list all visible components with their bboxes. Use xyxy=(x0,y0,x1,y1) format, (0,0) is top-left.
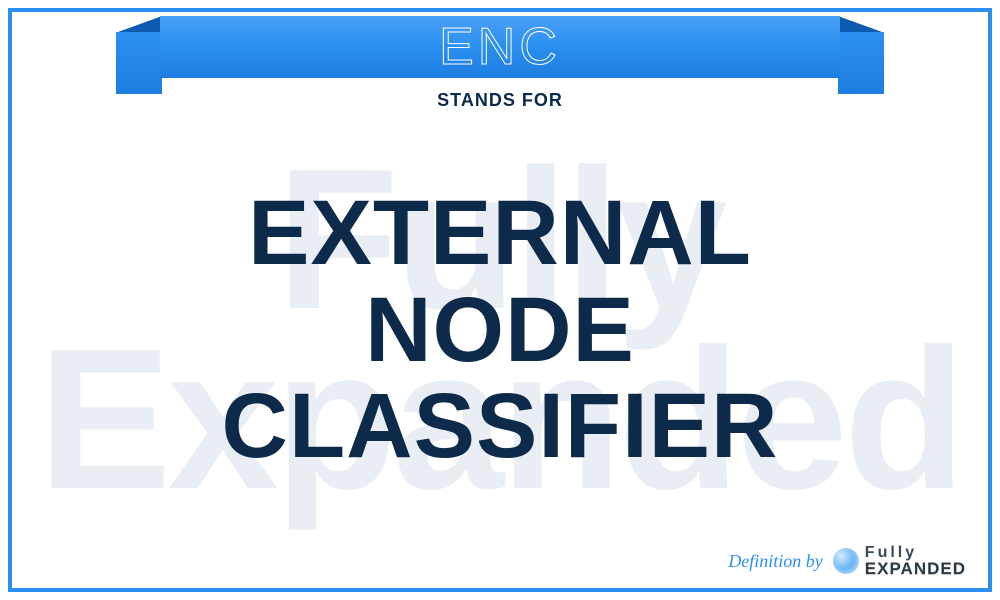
brand-logo: Fully EXPANDED xyxy=(833,546,966,576)
stands-for-label: STANDS FOR xyxy=(12,90,988,111)
definition-line1: EXTERNAL xyxy=(248,182,752,284)
ribbon-tail-right xyxy=(838,32,884,94)
ribbon-tail-left xyxy=(116,32,162,94)
definition-text: EXTERNAL NODE CLASSIFIER xyxy=(222,185,779,475)
card-frame: ENC STANDS FOR Fully Expanded EXTERNAL N… xyxy=(8,8,992,592)
definition-by-label: Definition by xyxy=(728,551,822,572)
brand-name: Fully EXPANDED xyxy=(865,546,966,576)
attribution-footer: Definition by Fully EXPANDED xyxy=(728,546,966,576)
definition-block: EXTERNAL NODE CLASSIFIER xyxy=(52,132,948,528)
ribbon-body: ENC xyxy=(160,16,840,78)
acronym-text: ENC xyxy=(439,17,561,77)
brand-bottom: EXPANDED xyxy=(865,561,966,576)
definition-line2: NODE xyxy=(365,279,635,381)
globe-icon xyxy=(833,548,859,574)
definition-line3: CLASSIFIER xyxy=(222,375,779,477)
ribbon-banner: ENC xyxy=(120,16,880,94)
